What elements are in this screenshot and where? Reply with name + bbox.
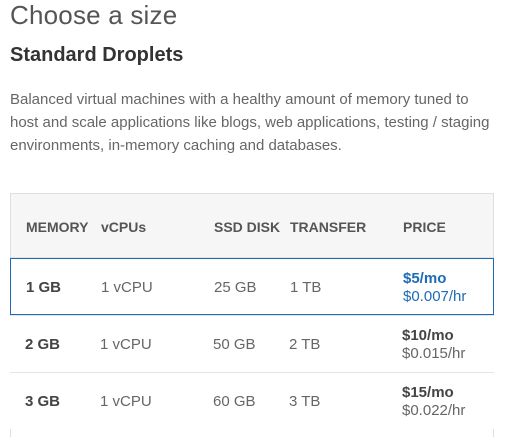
hourly-price: $0.007/hr bbox=[403, 288, 467, 305]
page-title: Choose a size bbox=[10, 0, 178, 30]
memory-value: 2 GB bbox=[25, 336, 61, 353]
size-option-row[interactable]: 1 GB 1 vCPU 25 GB 1 TB $5/mo $0.007/hr bbox=[10, 258, 494, 315]
vcpu-value: 1 vCPU bbox=[100, 393, 152, 410]
hourly-price: $0.022/hr bbox=[402, 402, 466, 419]
vcpu-value: 1 vCPU bbox=[100, 336, 152, 353]
monthly-price: $5/mo bbox=[403, 270, 447, 287]
price-cell: $15/mo $0.022/hr bbox=[402, 384, 465, 420]
size-option-row[interactable]: 2 GB 1 vCPU 50 GB 2 TB $10/mo $0.015/hr bbox=[10, 315, 494, 372]
price-cell: $10/mo $0.015/hr bbox=[402, 327, 465, 363]
section-description: Balanced virtual machines with a healthy… bbox=[10, 91, 490, 154]
column-header-vcpus: vCPUs bbox=[101, 219, 147, 235]
size-option-row[interactable]: 3 GB 1 vCPU 60 GB 3 TB $15/mo $0.022/hr bbox=[10, 372, 494, 429]
monthly-price: $15/mo bbox=[402, 384, 454, 401]
column-header-ssd-disk: SSD DISK bbox=[214, 219, 281, 235]
transfer-value: 2 TB bbox=[289, 336, 321, 353]
table-header: MEMORY vCPUs SSD DISK TRANSFER PRICE bbox=[11, 194, 493, 258]
column-header-transfer: TRANSFER bbox=[290, 219, 367, 235]
vcpu-value: 1 vCPU bbox=[101, 279, 153, 296]
transfer-value: 1 TB bbox=[290, 279, 322, 296]
price-cell: $5/mo $0.007/hr bbox=[403, 270, 466, 306]
hourly-price: $0.015/hr bbox=[402, 345, 466, 362]
column-header-price: PRICE bbox=[403, 219, 446, 235]
memory-value: 1 GB bbox=[26, 279, 62, 296]
memory-value: 3 GB bbox=[25, 393, 61, 410]
section-title: Standard Droplets bbox=[10, 44, 184, 66]
size-picker-page: Choose a size Standard Droplets Balanced… bbox=[0, 0, 505, 437]
transfer-value: 3 TB bbox=[289, 393, 321, 410]
monthly-price: $10/mo bbox=[402, 327, 454, 344]
ssd-value: 25 GB bbox=[214, 279, 257, 296]
size-table: MEMORY vCPUs SSD DISK TRANSFER PRICE 1 G… bbox=[10, 193, 494, 437]
ssd-value: 50 GB bbox=[213, 336, 256, 353]
ssd-value: 60 GB bbox=[213, 393, 256, 410]
column-header-memory: MEMORY bbox=[26, 219, 89, 235]
